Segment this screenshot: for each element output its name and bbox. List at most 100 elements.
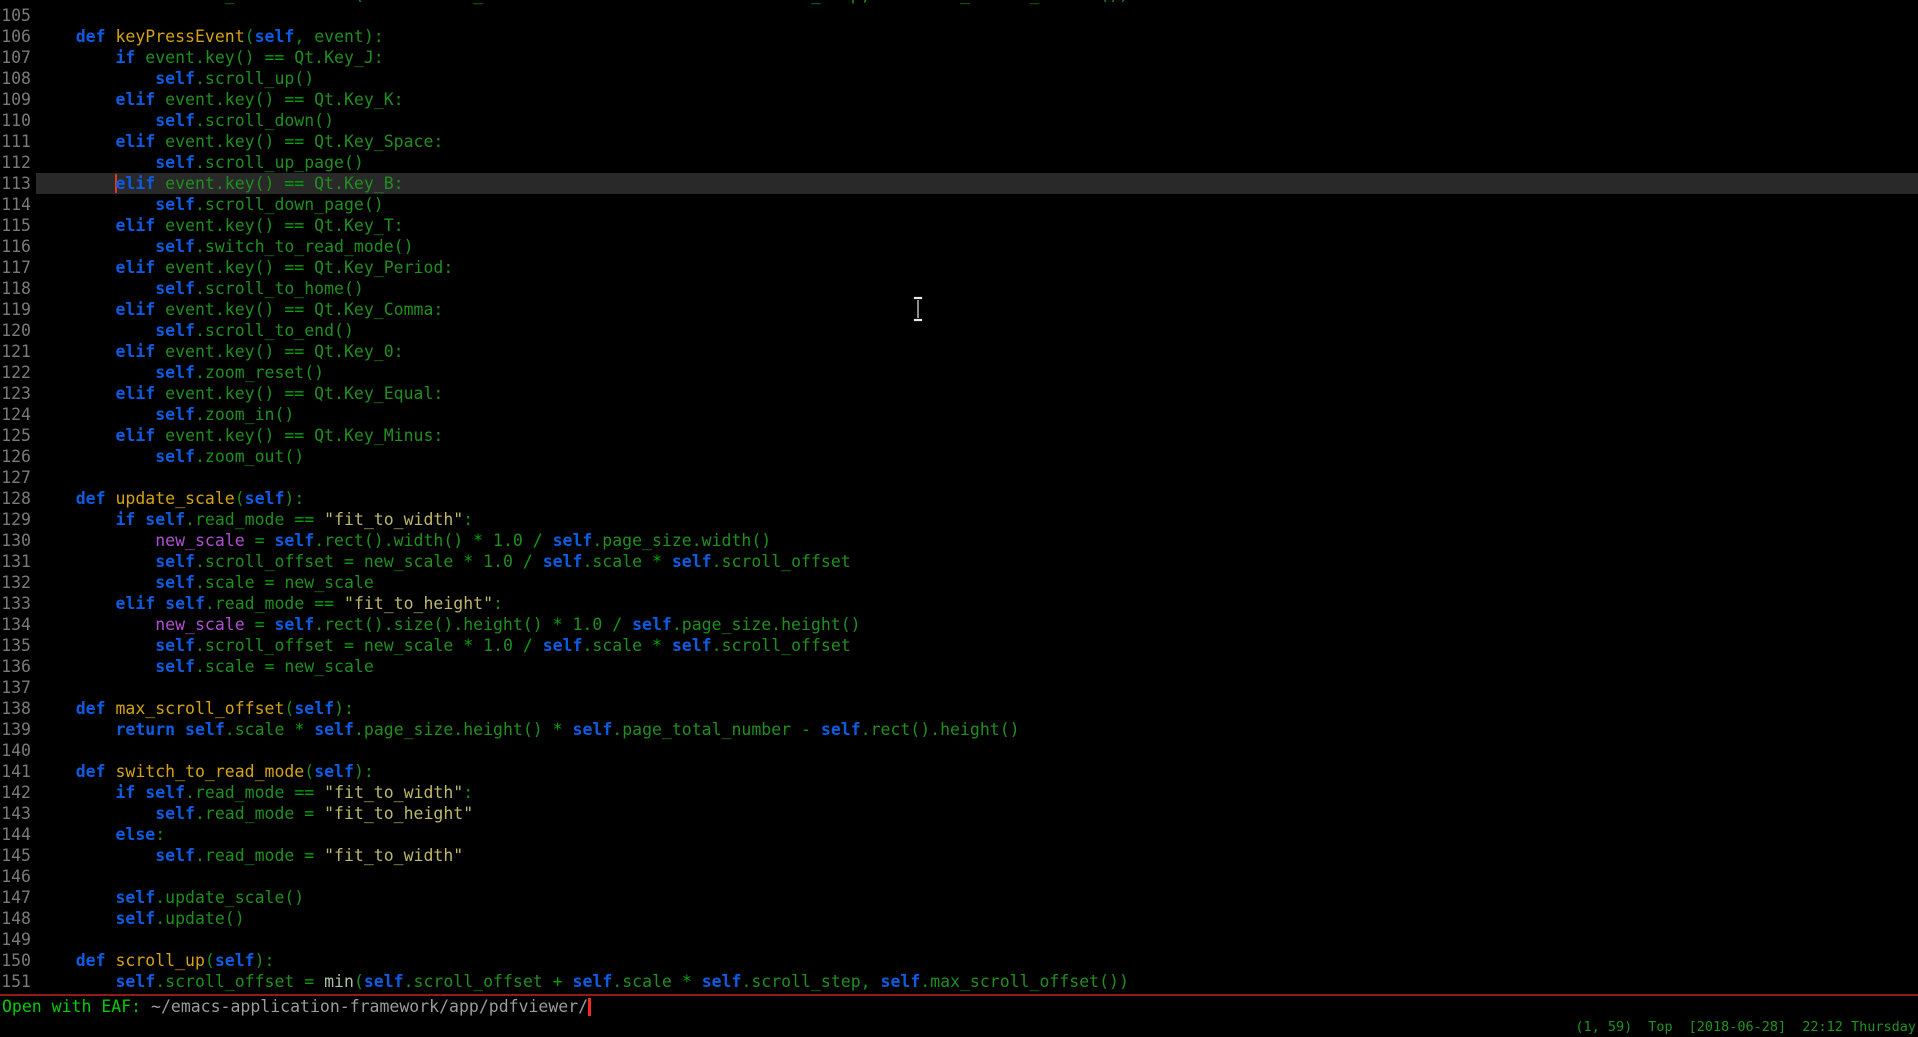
code-line[interactable]: 131 self.scroll_offset = new_scale * 1.0… (0, 551, 1918, 572)
line-number: 139 (0, 719, 31, 740)
line-number: 127 (0, 467, 31, 488)
code-text: def keyPressEvent(self, event): (36, 26, 1918, 47)
code-line[interactable]: 119 elif event.key() == Qt.Key_Comma: (0, 299, 1918, 320)
code-text: return self.scale * self.page_size.heigh… (36, 719, 1918, 740)
code-line[interactable]: 137 (0, 677, 1918, 698)
code-line[interactable]: 151 self.scroll_offset = min(self.scroll… (0, 971, 1918, 992)
code-line[interactable]: 149 (0, 929, 1918, 950)
emacs-frame: self.scroll_offset = min(self.scroll_off… (0, 0, 1918, 1037)
code-line[interactable]: 114 self.scroll_down_page() (0, 194, 1918, 215)
code-text: self.scroll_offset = min(self.scroll_off… (36, 971, 1918, 992)
code-buffer[interactable]: self.scroll_offset = min(self.scroll_off… (0, 0, 1918, 994)
code-text: elif event.key() == Qt.Key_Minus: (36, 425, 1918, 446)
code-text: self.zoom_in() (36, 404, 1918, 425)
line-number: 108 (0, 68, 31, 89)
code-line[interactable]: 126 self.zoom_out() (0, 446, 1918, 467)
code-text: self.scroll_up() (36, 68, 1918, 89)
line-number: 124 (0, 404, 31, 425)
code-line[interactable]: 127 (0, 467, 1918, 488)
line-number: 133 (0, 593, 31, 614)
code-line[interactable]: 133 elif self.read_mode == "fit_to_heigh… (0, 593, 1918, 614)
line-number: 150 (0, 950, 31, 971)
code-buffer-lines: self.scroll_offset = min(self.scroll_off… (0, 0, 1918, 992)
code-line[interactable]: 129 if self.read_mode == "fit_to_width": (0, 509, 1918, 530)
code-line[interactable]: 117 elif event.key() == Qt.Key_Period: (0, 257, 1918, 278)
code-line[interactable]: 140 (0, 740, 1918, 761)
code-line[interactable]: 134 new_scale = self.rect().size().heigh… (0, 614, 1918, 635)
code-line[interactable]: 148 self.update() (0, 908, 1918, 929)
code-line[interactable]: 118 self.scroll_to_home() (0, 278, 1918, 299)
code-line[interactable]: 121 elif event.key() == Qt.Key_0: (0, 341, 1918, 362)
code-line[interactable]: 115 elif event.key() == Qt.Key_T: (0, 215, 1918, 236)
code-text: self.scroll_down_page() (36, 194, 1918, 215)
line-number: 143 (0, 803, 31, 824)
minibuffer[interactable]: Open with EAF: ~/emacs-application-frame… (0, 996, 1918, 1017)
code-text: self.scroll_up_page() (36, 152, 1918, 173)
code-line[interactable]: 112 self.scroll_up_page() (0, 152, 1918, 173)
code-text: def switch_to_read_mode(self): (36, 761, 1918, 782)
code-line[interactable]: 116 self.switch_to_read_mode() (0, 236, 1918, 257)
code-text: elif event.key() == Qt.Key_T: (36, 215, 1918, 236)
code-line[interactable]: 142 if self.read_mode == "fit_to_width": (0, 782, 1918, 803)
code-text (36, 5, 1918, 26)
code-line[interactable]: 145 self.read_mode = "fit_to_width" (0, 845, 1918, 866)
code-line[interactable]: 113 elif event.key() == Qt.Key_B: (0, 173, 1918, 194)
line-number: 115 (0, 215, 31, 236)
code-text: self.scroll_offset = new_scale * 1.0 / s… (36, 635, 1918, 656)
code-line[interactable]: 141 def switch_to_read_mode(self): (0, 761, 1918, 782)
line-number: 117 (0, 257, 31, 278)
code-line[interactable]: 147 self.update_scale() (0, 887, 1918, 908)
code-text (36, 929, 1918, 950)
code-line[interactable]: 123 elif event.key() == Qt.Key_Equal: (0, 383, 1918, 404)
code-text: elif event.key() == Qt.Key_B: (36, 173, 1918, 194)
line-number: 128 (0, 488, 31, 509)
line-number: 111 (0, 131, 31, 152)
code-text: elif event.key() == Qt.Key_0: (36, 341, 1918, 362)
code-line[interactable]: 125 elif event.key() == Qt.Key_Minus: (0, 425, 1918, 446)
code-line[interactable]: 108 self.scroll_up() (0, 68, 1918, 89)
code-line[interactable]: 107 if event.key() == Qt.Key_J: (0, 47, 1918, 68)
code-line[interactable]: 136 self.scale = new_scale (0, 656, 1918, 677)
line-number: 141 (0, 761, 31, 782)
code-line[interactable]: 132 self.scale = new_scale (0, 572, 1918, 593)
code-line[interactable]: 110 self.scroll_down() (0, 110, 1918, 131)
code-line[interactable]: 105 (0, 5, 1918, 26)
line-number: 148 (0, 908, 31, 929)
code-line[interactable]: 109 elif event.key() == Qt.Key_K: (0, 89, 1918, 110)
code-line[interactable]: 146 (0, 866, 1918, 887)
code-line[interactable]: 128 def update_scale(self): (0, 488, 1918, 509)
code-text: elif event.key() == Qt.Key_Period: (36, 257, 1918, 278)
code-text: elif event.key() == Qt.Key_Space: (36, 131, 1918, 152)
code-line[interactable]: 120 self.scroll_to_end() (0, 320, 1918, 341)
code-line[interactable]: 143 self.read_mode = "fit_to_height" (0, 803, 1918, 824)
code-line[interactable]: 144 else: (0, 824, 1918, 845)
line-number: 149 (0, 929, 31, 950)
code-line[interactable]: 124 self.zoom_in() (0, 404, 1918, 425)
code-text: self.switch_to_read_mode() (36, 236, 1918, 257)
code-line[interactable]: 150 def scroll_up(self): (0, 950, 1918, 971)
line-number: 138 (0, 698, 31, 719)
code-text: self.update_scale() (36, 887, 1918, 908)
code-line[interactable]: 106 def keyPressEvent(self, event): (0, 26, 1918, 47)
echo-area: Open with EAF: ~/emacs-application-frame… (0, 994, 1918, 1037)
code-line[interactable]: 122 self.zoom_reset() (0, 362, 1918, 383)
line-number: 125 (0, 425, 31, 446)
line-number: 121 (0, 341, 31, 362)
code-line[interactable]: 138 def max_scroll_offset(self): (0, 698, 1918, 719)
code-line[interactable]: 130 new_scale = self.rect().width() * 1.… (0, 530, 1918, 551)
line-number: 106 (0, 26, 31, 47)
code-line[interactable]: 139 return self.scale * self.page_size.h… (0, 719, 1918, 740)
line-number: 135 (0, 635, 31, 656)
line-number: 140 (0, 740, 31, 761)
tray-buffer-position: Top (1648, 1017, 1672, 1037)
status-tray: (1, 59) Top [2018-06-28] 22:12 Thursday (0, 1017, 1918, 1037)
text-cursor-active (588, 998, 591, 1016)
line-number: 129 (0, 509, 31, 530)
code-text (36, 866, 1918, 887)
line-number: 144 (0, 824, 31, 845)
line-number: 109 (0, 89, 31, 110)
code-line[interactable]: 135 self.scroll_offset = new_scale * 1.0… (0, 635, 1918, 656)
code-line[interactable]: 111 elif event.key() == Qt.Key_Space: (0, 131, 1918, 152)
line-number: 142 (0, 782, 31, 803)
minibuffer-input[interactable]: ~/emacs-application-framework/app/pdfvie… (151, 997, 588, 1016)
